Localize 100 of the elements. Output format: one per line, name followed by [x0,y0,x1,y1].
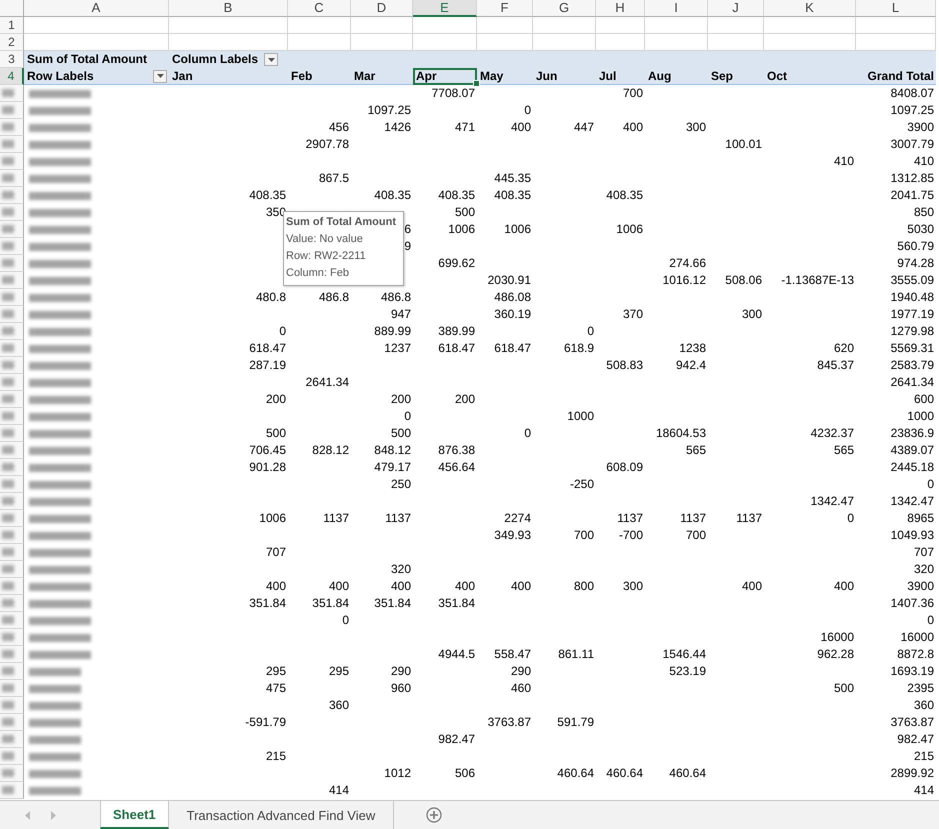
sheet-tab[interactable]: Sheet1 [100,801,169,829]
table-cell-text: 2583.79 [890,357,935,374]
table-cell-text: 5569.31 [890,340,935,357]
empty-cell[interactable] [596,17,645,34]
table-cell-text: 620 [834,340,855,357]
table-cell-text: 700 [686,527,707,544]
column-header[interactable]: A [24,0,169,17]
table-cell-text: 2395 [907,680,935,697]
filter-dropdown-button[interactable] [264,53,278,66]
table-cell-text: 18604.53 [656,425,707,442]
empty-cell[interactable] [169,17,288,34]
column-header[interactable]: F [477,0,533,17]
empty-cell[interactable] [477,17,533,34]
table-cell-text: 1977.19 [890,306,935,323]
column-label: Jun [536,68,558,84]
table-cell-text: 389.99 [438,323,476,340]
row-header[interactable]: 1 [0,17,24,34]
table-cell-text: 3007.79 [890,136,935,153]
table-cell-text: 1006 [259,510,287,527]
table-cell-text: 1006 [504,221,532,238]
column-label: May [480,68,504,84]
table-cell-text: 8965 [907,510,935,527]
row-header[interactable]: 3 [0,51,24,68]
column-label: Feb [291,68,312,84]
empty-cell[interactable] [856,17,936,34]
table-cell-text: 1426 [384,119,412,136]
table-cell-text: 200 [454,391,476,408]
select-all-button[interactable] [0,0,24,17]
column-header[interactable]: I [645,0,708,17]
table-cell-text: 351.84 [374,595,412,612]
scroll-right-icon[interactable] [51,810,57,820]
column-header[interactable]: L [856,0,936,17]
tooltip-title: Sum of Total Amount [286,215,397,230]
column-header[interactable]: D [351,0,413,17]
table-cell-text: -700 [618,527,644,544]
table-cell-text: 0 [279,323,287,340]
table-cell-text: 400 [510,119,532,136]
empty-cell[interactable] [413,17,477,34]
empty-cell[interactable] [645,17,708,34]
row-header[interactable]: 4 [0,68,24,85]
row-header[interactable]: 2 [0,34,24,51]
column-header[interactable]: B [169,0,288,17]
table-cell-text: 408.35 [374,187,412,204]
column-header[interactable]: E [413,0,477,17]
table-cell-text: 800 [574,578,595,595]
table-cell-text: 0 [524,425,532,442]
column-label: Aug [648,68,672,84]
table-cell-text: 414 [328,782,350,799]
tooltip-line: Value: No value [286,232,364,247]
empty-cell[interactable] [351,17,413,34]
table-cell-text: 400 [834,578,855,595]
table-cell-text: 456.64 [438,459,476,476]
table-cell-text: 608.09 [606,459,644,476]
table-cell-text: 215 [914,748,935,765]
sheet-tab[interactable]: Transaction Advanced Find View [168,801,394,829]
table-cell-text: 351.84 [249,595,287,612]
column-header[interactable]: J [708,0,764,17]
table-cell-text: 962.28 [817,646,855,663]
fill-handle[interactable] [473,80,480,87]
tooltip-line: Column: Feb [286,266,350,281]
table-cell-text: 295 [328,663,350,680]
empty-cell[interactable] [533,17,596,34]
table-cell-text: 2030.91 [488,272,532,289]
table-cell-text: 1006 [616,221,644,238]
table-cell-text: 0 [927,612,935,629]
table-cell-text: 2899.92 [890,765,935,782]
table-cell-text: 508.83 [606,357,644,374]
table-cell-text: 618.47 [494,340,532,357]
tooltip-line: Row: RW2-2211 [286,249,367,264]
column-header[interactable]: K [764,0,856,17]
table-cell-text: 876.38 [438,442,476,459]
table-cell-text: 400 [510,578,532,595]
empty-cell[interactable] [708,17,764,34]
table-cell-text: 400 [328,578,350,595]
table-cell-text: 1407.36 [890,595,935,612]
table-cell-text: 1342.47 [890,493,935,510]
empty-cell[interactable] [288,17,351,34]
table-cell-text: 600 [914,391,935,408]
table-cell-text: 5030 [907,221,935,238]
table-cell-text: 1097.25 [890,102,935,119]
filter-dropdown-button[interactable] [153,70,167,82]
column-header[interactable]: C [288,0,351,17]
table-cell-text: 320 [914,561,935,578]
table-cell-text: 618.9 [564,340,595,357]
table-cell-text: 300 [622,578,644,595]
column-header[interactable]: G [533,0,596,17]
table-cell-text: 3763.87 [488,714,532,731]
table-cell-text: 1137 [736,510,763,527]
table-cell-text: 408.35 [606,187,644,204]
empty-cell[interactable] [764,17,856,34]
add-sheet-icon[interactable] [426,807,442,823]
table-cell-text: 8872.8 [897,646,935,663]
column-header[interactable]: H [596,0,645,17]
table-cell-text: 4944.5 [438,646,476,663]
table-cell-text: 1237 [384,340,412,357]
table-cell-text: 2641.34 [890,374,935,391]
table-cell-text: 982.47 [438,731,476,748]
table-cell-text: 360.19 [494,306,532,323]
scroll-left-icon[interactable] [25,810,31,820]
table-cell-text: 460.64 [606,765,644,782]
